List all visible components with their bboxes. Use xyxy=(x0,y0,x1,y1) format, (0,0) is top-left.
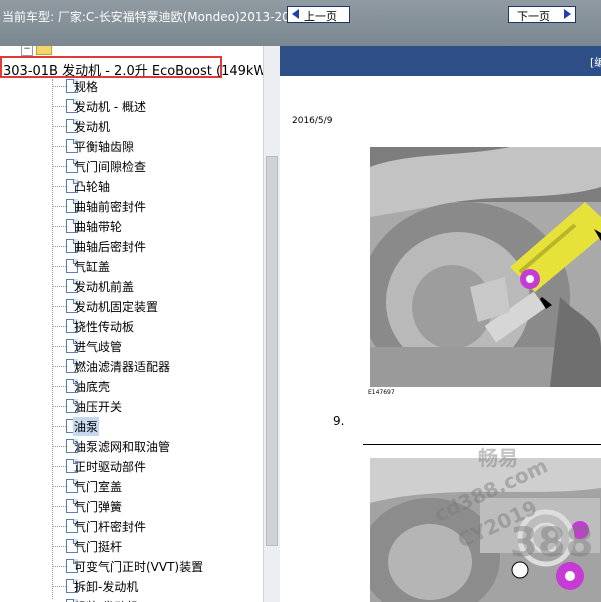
tree-connector xyxy=(52,546,66,547)
collapse-toggle-icon[interactable]: − xyxy=(21,46,33,56)
next-page-button[interactable]: 下一页 xyxy=(508,6,576,23)
toolbar-extra-button[interactable]: [编 xyxy=(590,54,601,70)
watermark: 388 xyxy=(510,520,594,566)
tree-connector xyxy=(52,506,66,507)
tree-item-label: 气门杆密封件 xyxy=(74,520,147,534)
document-toolbar xyxy=(280,46,601,76)
tree-item-label: 曲轴前密封件 xyxy=(74,200,147,214)
tree-connector xyxy=(52,306,66,307)
tree-connector xyxy=(52,446,66,447)
next-page-label: 下一页 xyxy=(517,10,550,23)
tree-item-label: 曲轴后密封件 xyxy=(74,240,147,254)
tree-item-label: 油压开关 xyxy=(74,400,123,414)
tree-connector xyxy=(52,486,66,487)
tree-connector xyxy=(52,166,66,167)
tree-item-label: 平衡轴齿隙 xyxy=(74,140,135,154)
document-date: 2016/5/9 xyxy=(292,116,333,126)
tree-item-label: 进气歧管 xyxy=(74,340,123,354)
tree-item-label: 气门挺杆 xyxy=(74,540,123,554)
tree-item-label: 发动机 - 概述 xyxy=(74,100,146,114)
tree-item-label: 气缸盖 xyxy=(74,260,111,274)
tree-item-label: 凸轮轴 xyxy=(74,180,111,194)
tree-item-label: 油底壳 xyxy=(74,380,111,394)
tree-connector xyxy=(52,206,66,207)
tree-item-label: 油泵滤网和取油管 xyxy=(74,440,171,454)
tree-connector xyxy=(52,146,66,147)
tree-item-label: 挠性传动板 xyxy=(74,320,135,334)
tree-item-label: 发动机固定装置 xyxy=(74,300,159,314)
tree-item-label: 规格 xyxy=(74,80,99,94)
tree-connector xyxy=(52,266,66,267)
vehicle-title: 当前车型: 厂家:C-长安福特蒙迪欧(Mondeo)2013-2015 xyxy=(2,10,306,24)
tree-connector xyxy=(52,586,66,587)
tree-connector xyxy=(52,426,66,427)
tree-item-label: 拆卸-发动机 xyxy=(74,580,139,594)
prev-page-button[interactable]: 上一页 xyxy=(287,6,350,23)
prev-page-label: 上一页 xyxy=(304,10,337,23)
tree-connector xyxy=(52,246,66,247)
tree-connector xyxy=(52,466,66,467)
tree-node-label: 303-01B 发动机 - 2.0升 EcoBoost (149kW2 xyxy=(3,64,264,79)
figure-id: E147697 xyxy=(368,389,395,396)
tree-item-label: 气门间隙检查 xyxy=(74,160,147,174)
tree-connector xyxy=(52,79,53,599)
tree-connector xyxy=(52,326,66,327)
tree-item-label: 油泵 xyxy=(73,417,100,436)
tree-connector xyxy=(52,286,66,287)
tree-item-label: 正时驱动部件 xyxy=(74,460,147,474)
topic-tree[interactable]: − 303-01B 发动机 - 2.0升 EcoBoost (149kW2 规格… xyxy=(0,46,264,602)
tree-connector xyxy=(52,386,66,387)
tree-connector xyxy=(52,406,66,407)
engine-illustration-1 xyxy=(370,147,601,387)
tree-connector xyxy=(52,106,66,107)
tree-item-label: 组装-发动机 xyxy=(73,597,139,602)
folder-icon xyxy=(36,46,52,55)
tree-connector xyxy=(52,366,66,367)
tree-connector xyxy=(52,86,66,87)
tree-connector xyxy=(52,186,66,187)
tree-connector xyxy=(52,126,66,127)
tree-connector xyxy=(52,526,66,527)
tree-connector xyxy=(52,346,66,347)
tree-connector xyxy=(52,566,66,567)
scrollbar-thumb[interactable] xyxy=(266,156,278,546)
tree-item-label: 可变气门正时(VVT)装置 xyxy=(74,560,204,574)
step-number: 9. xyxy=(333,414,345,428)
tree-connector xyxy=(52,226,66,227)
tree-item-label: 气门弹簧 xyxy=(74,500,123,514)
tree-item-label: 发动机 xyxy=(74,120,111,134)
tree-node-engine-section[interactable]: 303-01B 发动机 - 2.0升 EcoBoost (149kW2 xyxy=(0,56,264,79)
tree-scrollbar[interactable] xyxy=(263,46,281,602)
tree-item-label: 气门室盖 xyxy=(74,480,123,494)
arrow-right-icon xyxy=(564,9,571,19)
tree-item-label: 燃油滤清器适配器 xyxy=(74,360,171,374)
tree-item-label: 曲轴带轮 xyxy=(74,220,123,234)
arrow-left-icon xyxy=(292,9,299,19)
tree-item-label: 发动机前盖 xyxy=(74,280,135,294)
